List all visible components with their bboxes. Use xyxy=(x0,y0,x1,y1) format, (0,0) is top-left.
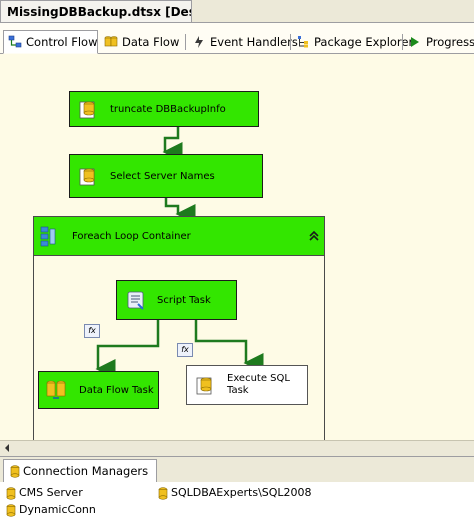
progress-icon xyxy=(411,36,419,47)
tab-data-flow[interactable]: Data Flow xyxy=(100,31,180,53)
task-script[interactable]: Script Task xyxy=(116,280,237,320)
control-flow-canvas[interactable]: truncate DBBackupInfo Select Server Name… xyxy=(0,54,474,441)
tab-label: Control Flow xyxy=(26,35,98,49)
data-flow-task-icon xyxy=(46,380,66,399)
package-explorer-icon xyxy=(298,35,308,47)
tab-progress[interactable]: Progress xyxy=(404,31,474,53)
connection-label: CMS Server xyxy=(19,486,83,499)
canvas-horizontal-scrollbar[interactable] xyxy=(0,440,474,455)
connection-item-dynamicconn[interactable]: DynamicConn xyxy=(6,503,96,517)
control-flow-icon xyxy=(8,35,22,47)
connection-item-cms-server[interactable]: CMS Server xyxy=(6,486,83,500)
database-icon xyxy=(6,503,16,517)
tab-event-handlers[interactable]: Event Handlers xyxy=(188,31,298,53)
script-task-icon xyxy=(127,291,144,310)
connection-managers-list: CMS Server SQLDBAExperts\SQL2008 Dynamic… xyxy=(0,482,474,522)
tab-label: Package Explorer xyxy=(314,35,414,49)
task-execute-sql[interactable]: Execute SQL Task xyxy=(186,365,308,405)
tab-control-flow[interactable]: Control Flow xyxy=(3,30,98,54)
connector-script-to-executesql xyxy=(194,318,264,373)
expression-badge-label: fx xyxy=(88,326,96,335)
task-label: Data Flow Task xyxy=(79,384,154,396)
connection-item-sqldbaexperts[interactable]: SQLDBAExperts\SQL2008 xyxy=(158,486,312,500)
database-icon xyxy=(10,465,20,478)
database-icon xyxy=(6,486,16,500)
connection-label: SQLDBAExperts\SQL2008 xyxy=(171,486,312,499)
connector-script-to-dataflow xyxy=(95,318,160,379)
tab-label: Progress xyxy=(426,35,474,49)
task-data-flow[interactable]: Data Flow Task xyxy=(38,371,159,409)
tab-connection-managers[interactable]: Connection Managers xyxy=(3,459,158,482)
task-label: Execute SQL Task xyxy=(227,366,290,404)
tab-label: Connection Managers xyxy=(23,464,149,478)
expression-badge-label: fx xyxy=(181,345,189,354)
designer-tab-bar: Control Flow Data Flow Event Handlers Pa… xyxy=(0,28,474,54)
document-tab[interactable]: MissingDBBackup.dtsx [Design] xyxy=(0,0,192,22)
document-tab-title: MissingDBBackup.dtsx [Design] xyxy=(7,5,191,19)
connection-label: DynamicConn xyxy=(19,503,96,516)
data-flow-icon xyxy=(104,35,118,46)
expression-badge[interactable]: fx xyxy=(84,324,100,338)
tab-separator xyxy=(290,34,291,50)
tab-package-explorer[interactable]: Package Explorer xyxy=(292,31,413,53)
scroll-left-arrow-icon[interactable] xyxy=(3,443,11,453)
database-icon xyxy=(158,486,168,500)
task-label: Script Task xyxy=(157,294,211,306)
tab-separator xyxy=(185,34,186,50)
event-handlers-icon xyxy=(195,35,203,48)
expression-badge[interactable]: fx xyxy=(177,343,193,357)
task-label-line2: Task xyxy=(227,385,249,396)
task-label-line1: Execute SQL xyxy=(227,373,290,384)
sql-task-icon xyxy=(196,377,212,395)
tab-label: Data Flow xyxy=(122,35,180,49)
connection-managers-tabbar: Connection Managers xyxy=(0,456,474,483)
tab-separator xyxy=(402,34,403,50)
tab-label: Event Handlers xyxy=(210,35,298,49)
